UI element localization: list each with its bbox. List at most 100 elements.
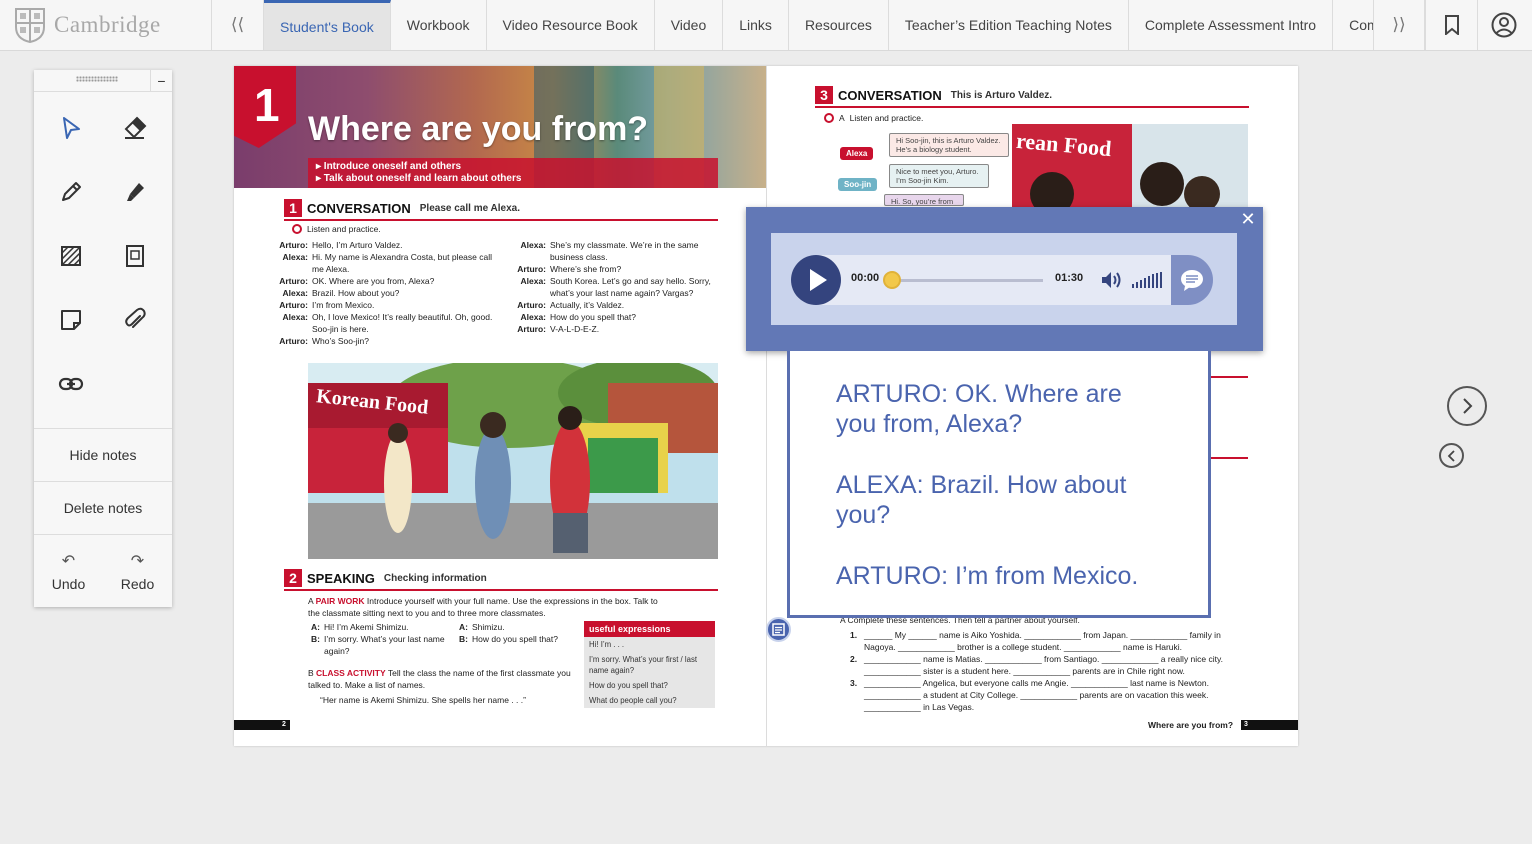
speaker: B: bbox=[459, 634, 468, 644]
item-line[interactable]: ____________ in Las Vegas. bbox=[864, 701, 1245, 713]
previous-page-button[interactable] bbox=[1439, 443, 1464, 468]
item-line[interactable]: ______ My ______ name is Aiko Yoshida. _… bbox=[864, 629, 1245, 641]
redo-label: Redo bbox=[120, 575, 155, 592]
item-line[interactable]: ____________ a student at City College. … bbox=[864, 689, 1245, 701]
part-label: B bbox=[308, 668, 314, 678]
line: Oh, I love Mexico! It’s really beautiful… bbox=[312, 312, 493, 334]
redo-button[interactable]: ↷ Redo bbox=[103, 535, 172, 607]
note-marker-button[interactable] bbox=[766, 617, 791, 642]
line: Hi! I’m Akemi Shimizu. bbox=[324, 622, 409, 632]
speaker: A: bbox=[459, 622, 468, 632]
hide-notes-button[interactable]: Hide notes bbox=[34, 429, 172, 482]
seek-handle[interactable] bbox=[883, 271, 901, 289]
crest-icon bbox=[15, 8, 45, 43]
expression: How do you spell that? bbox=[589, 681, 668, 690]
item-number: 1. bbox=[850, 630, 858, 640]
transcript-line: ALEXA: Brazil. How about you? bbox=[836, 471, 1127, 529]
section-2-quote: “Her name is Akemi Shimizu. She spells h… bbox=[320, 695, 526, 705]
part-label: A bbox=[839, 113, 845, 123]
top-nav-bar: Cambridge ⟨⟨ Student's Book Workbook Vid… bbox=[0, 0, 1532, 51]
item-line[interactable]: ____________ Angelica, but everyone call… bbox=[864, 677, 1245, 689]
speech-bubble-icon bbox=[1181, 270, 1203, 291]
section-title: SPEAKING bbox=[307, 570, 375, 586]
tab-students-book[interactable]: Student's Book bbox=[264, 0, 391, 50]
speaker: Alexa: bbox=[520, 276, 546, 286]
link-icon bbox=[58, 377, 84, 391]
tabs-scroll-right-button[interactable]: ⟩⟩ bbox=[1373, 0, 1425, 50]
line: OK. Where are you from, Alexa? bbox=[312, 276, 435, 286]
tab-resources[interactable]: Resources bbox=[789, 0, 889, 50]
line: How do you spell that? bbox=[550, 312, 636, 322]
hatch-area-tool[interactable] bbox=[39, 224, 103, 288]
tab-teachers-edition-notes[interactable]: Teacher’s Edition Teaching Notes bbox=[889, 0, 1129, 50]
conversation-photo: rean Food bbox=[1012, 124, 1248, 208]
cambridge-logo[interactable]: Cambridge bbox=[0, 0, 212, 50]
line: Who’s Soo-jin? bbox=[312, 336, 370, 346]
attachment-tool[interactable] bbox=[103, 288, 167, 352]
undo-button[interactable]: ↶ Undo bbox=[34, 535, 103, 607]
transcript-line: ARTURO: I’m from Mexico. bbox=[836, 562, 1139, 590]
item-line[interactable]: ____________ name is Matias. ___________… bbox=[864, 653, 1245, 665]
speaker: Arturo: bbox=[279, 336, 308, 346]
tab-complete-assessment-intro[interactable]: Complete Assessment Intro bbox=[1129, 0, 1334, 50]
account-button[interactable] bbox=[1477, 0, 1529, 50]
bookmark-button[interactable] bbox=[1425, 0, 1477, 50]
activity-key: CLASS ACTIVITY bbox=[316, 668, 386, 678]
line: Actually, it’s Valdez. bbox=[550, 300, 625, 310]
play-button[interactable] bbox=[791, 255, 841, 305]
speech-bubble: Nice to meet you, Arturo. I’m Soo-jin Ki… bbox=[889, 164, 989, 188]
speaker: B: bbox=[311, 634, 320, 644]
history-controls: ↶ Undo ↷ Redo bbox=[34, 535, 172, 607]
pencil-tool[interactable] bbox=[39, 160, 103, 224]
seek-bar[interactable] bbox=[891, 279, 1043, 282]
exercise-items: 1. ______ My ______ name is Aiko Yoshida… bbox=[850, 629, 1245, 713]
right-page-footer-title: Where are you from? bbox=[1148, 720, 1234, 730]
transcript-toggle-button[interactable] bbox=[1171, 255, 1213, 305]
eraser-tool[interactable] bbox=[103, 96, 167, 160]
close-audio-button[interactable]: ✕ bbox=[1239, 211, 1257, 229]
tab-workbook[interactable]: Workbook bbox=[391, 0, 487, 50]
tab-video[interactable]: Video bbox=[655, 0, 724, 50]
chevron-right-icon bbox=[1463, 398, 1473, 414]
audio-play-icon[interactable] bbox=[292, 224, 302, 234]
speaker: Arturo: bbox=[279, 240, 308, 250]
select-pointer-icon bbox=[63, 117, 80, 139]
item-line[interactable]: ____________ sister is a student here. _… bbox=[864, 665, 1245, 677]
tab-complete[interactable]: Complete bbox=[1333, 0, 1373, 50]
transcript-line: ARTURO: OK. Where are you from, Alexa? bbox=[836, 380, 1122, 438]
tab-video-resource-book[interactable]: Video Resource Book bbox=[487, 0, 655, 50]
unit-banner: 1 Where are you from? ▸ Introduce onesel… bbox=[234, 66, 766, 188]
resource-tabs: Student's Book Workbook Video Resource B… bbox=[264, 0, 1373, 50]
instruction-text: Listen and practice. bbox=[307, 224, 381, 234]
tool-grid bbox=[34, 92, 172, 429]
line: Where’s she from? bbox=[550, 264, 622, 274]
sticky-note-tool[interactable] bbox=[39, 288, 103, 352]
select-tool[interactable] bbox=[39, 96, 103, 160]
speaker-tag: Soo-jin bbox=[838, 178, 878, 191]
toolbox-minimize-button[interactable]: − bbox=[150, 70, 172, 92]
tabs-scroll-left-button[interactable]: ⟨⟨ bbox=[212, 0, 264, 50]
highlighter-tool[interactable] bbox=[103, 160, 167, 224]
section-number: 3 bbox=[815, 86, 833, 104]
tab-links[interactable]: Links bbox=[723, 0, 789, 50]
section-title: CONVERSATION bbox=[307, 200, 411, 216]
section-subtitle: This is Arturo Valdez. bbox=[950, 89, 1053, 101]
annotation-toolbox: − Hide notes Delete notes ↶ Undo ↷ Redo bbox=[34, 70, 172, 607]
audio-play-icon[interactable] bbox=[824, 113, 834, 123]
volume-icon[interactable] bbox=[1099, 268, 1123, 292]
transcript-panel: ARTURO: OK. Where are you from, Alexa? A… bbox=[787, 351, 1211, 618]
speaker: Alexa: bbox=[520, 312, 546, 322]
total-time: 01:30 bbox=[1055, 272, 1084, 284]
dialogue-left: Arturo: Hello, I’m Arturo Valdez. Alexa: H… bbox=[254, 239, 494, 347]
page-gutter bbox=[766, 66, 767, 746]
pair-dialogue-right: A: Shimizu. B: How do you spell that? bbox=[456, 621, 576, 645]
item-line[interactable]: Nagoya. ____________ brother is a colleg… bbox=[864, 641, 1245, 653]
volume-level-slider[interactable] bbox=[1131, 268, 1165, 292]
link-tool[interactable] bbox=[39, 352, 103, 416]
toolbox-drag-handle[interactable]: − bbox=[34, 70, 172, 92]
next-page-button[interactable] bbox=[1447, 386, 1487, 426]
section-rule bbox=[1211, 457, 1248, 459]
line: V-A-L-D-E-Z. bbox=[550, 324, 600, 334]
frame-tool[interactable] bbox=[103, 224, 167, 288]
delete-notes-button[interactable]: Delete notes bbox=[34, 482, 172, 535]
